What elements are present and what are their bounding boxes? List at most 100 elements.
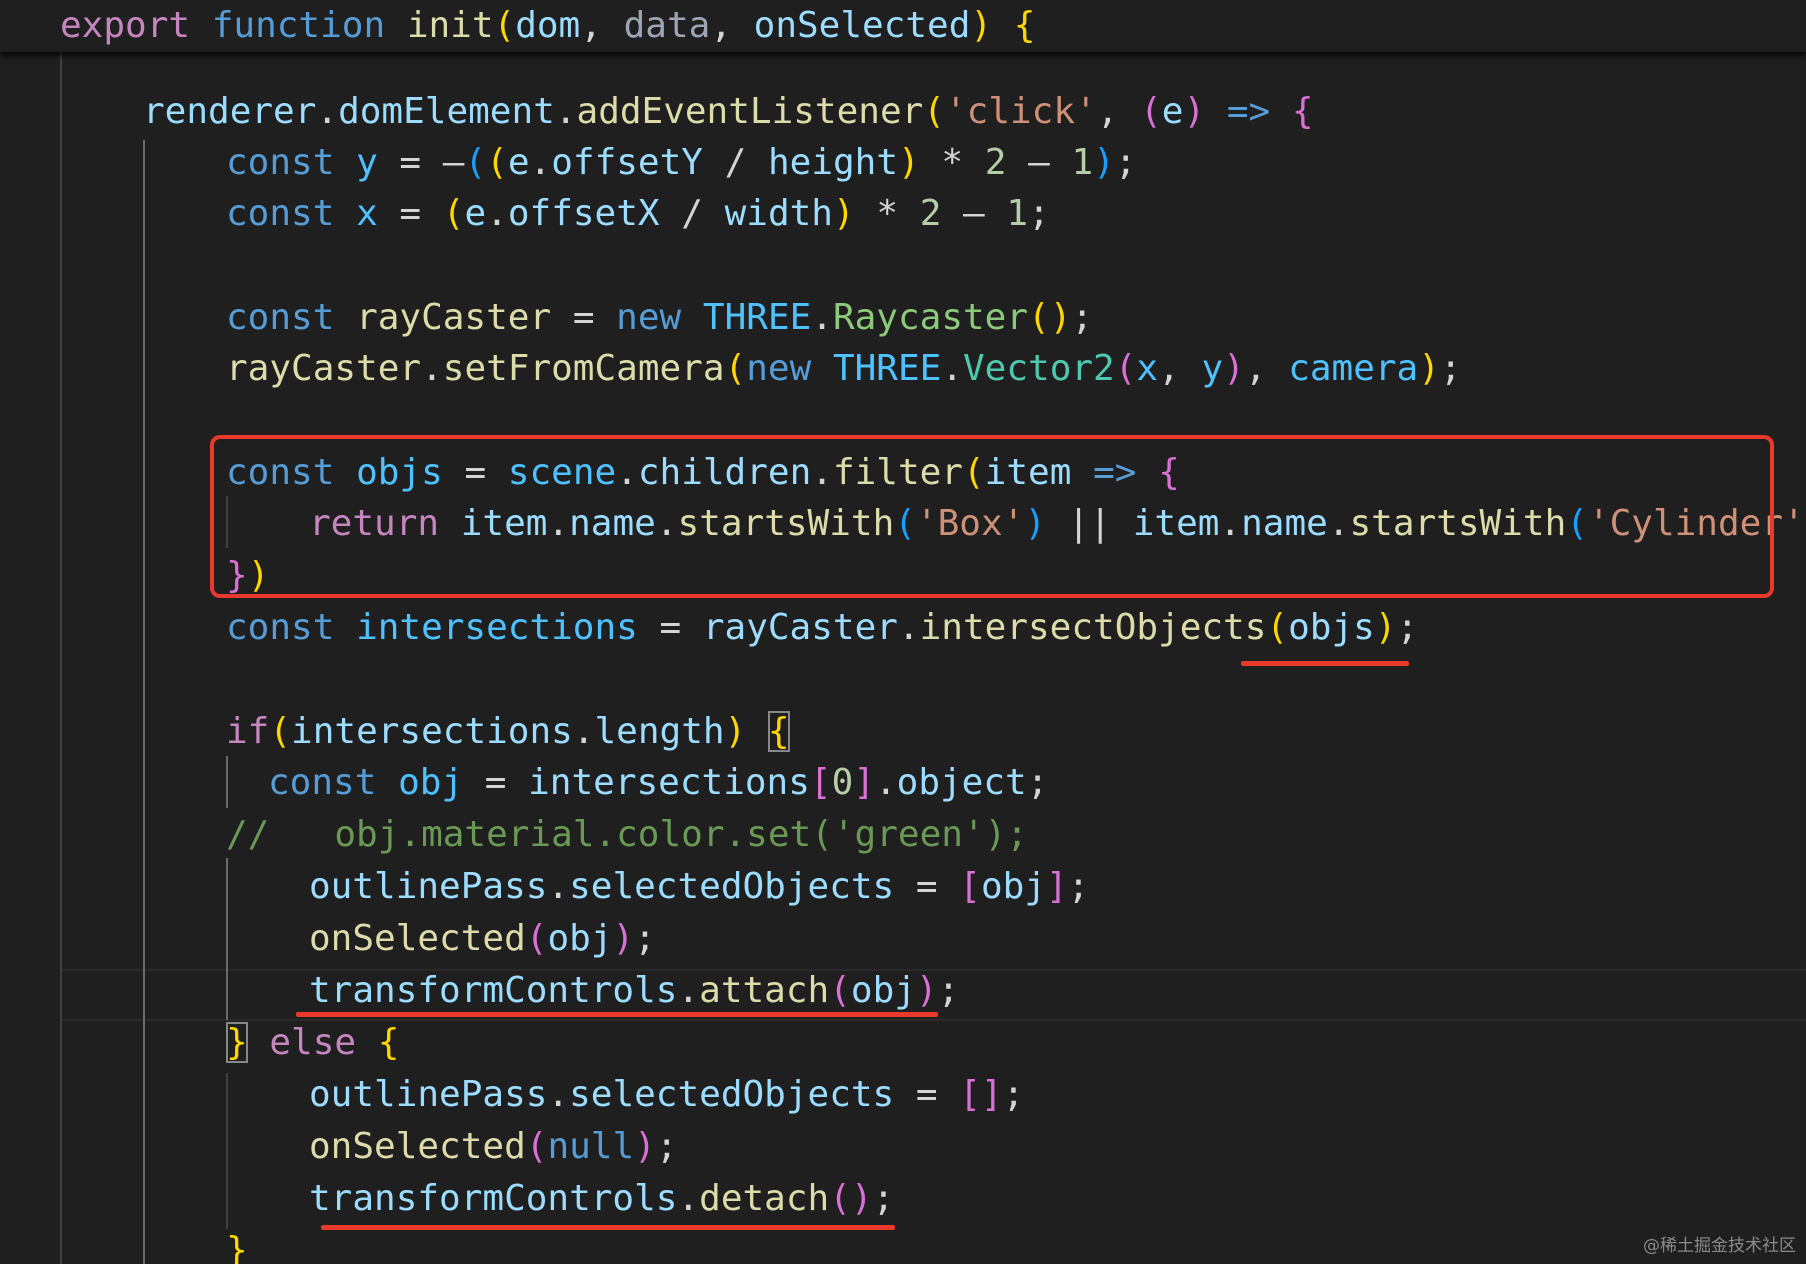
tok-var: rayCaster bbox=[702, 607, 898, 648]
tok-brace-matched: } bbox=[226, 1022, 248, 1063]
tok-prop: selectedObjects bbox=[569, 1074, 895, 1115]
tok-var: obj bbox=[850, 970, 916, 1011]
tok-op: * bbox=[919, 142, 985, 183]
tok-const: const bbox=[226, 607, 335, 648]
tok-number: 1 bbox=[1071, 142, 1094, 183]
tok-prop: object bbox=[896, 762, 1027, 803]
tok-op: – bbox=[442, 142, 465, 183]
tok-new: new bbox=[746, 348, 812, 389]
tok-paren: ) bbox=[970, 5, 993, 46]
tok-paren: ( bbox=[525, 1126, 548, 1167]
tok-fn-name: init bbox=[406, 5, 494, 46]
tok-prop: offsetY bbox=[551, 142, 703, 183]
tok-paren: ( bbox=[525, 918, 548, 959]
tok-var: height bbox=[767, 142, 899, 183]
tok-dot: . bbox=[811, 297, 833, 338]
tok-var: outlinePass bbox=[309, 1074, 548, 1115]
tok-number: 2 bbox=[919, 193, 942, 234]
tok-dot: . bbox=[677, 1178, 700, 1219]
tok-var: transformControls bbox=[309, 1178, 678, 1219]
tok-brace: { bbox=[377, 1022, 400, 1063]
tok-paren: ( bbox=[486, 142, 508, 183]
tok-op: = bbox=[463, 762, 529, 803]
tok-var: intersections bbox=[291, 711, 573, 752]
tok-comma: , bbox=[1096, 91, 1141, 132]
code-line-4: const y = –((e.offsetY / height) * 2 – 1… bbox=[226, 137, 1137, 189]
sticky-scroll-header[interactable]: export function init(dom, data, onSelect… bbox=[0, 0, 1806, 52]
tok-prop: length bbox=[594, 711, 725, 752]
tok-semi: ; bbox=[937, 970, 960, 1011]
tok-method: addEventListener bbox=[576, 91, 924, 132]
tok-paren: ( bbox=[493, 5, 516, 46]
tok-semi: ; bbox=[1114, 142, 1137, 183]
tok-var: transformControls bbox=[309, 970, 678, 1011]
tok-semi: ; bbox=[634, 918, 656, 959]
tok-dot: . bbox=[677, 970, 700, 1011]
tok-op: = bbox=[377, 193, 443, 234]
tok-dot: . bbox=[941, 348, 963, 389]
tok-function: function bbox=[211, 5, 386, 46]
tok-paren: ( bbox=[269, 711, 292, 752]
underline-attach bbox=[296, 1012, 938, 1017]
tok-semi: ; bbox=[872, 1178, 895, 1219]
tok-paren: ) bbox=[832, 193, 855, 234]
tok-var: renderer bbox=[143, 91, 317, 132]
tok-paren: ( bbox=[923, 91, 945, 132]
tok-comment: // obj.material.color.set('green'); bbox=[226, 814, 1028, 855]
tok-dot: . bbox=[572, 711, 595, 752]
tok-prop: domElement bbox=[338, 91, 555, 132]
tok-method: setFromCamera bbox=[442, 348, 725, 389]
tok-paren: ) bbox=[1223, 348, 1245, 389]
tok-paren: () bbox=[829, 1178, 873, 1219]
tok-op: / bbox=[702, 142, 768, 183]
tok-semi: ; bbox=[1067, 866, 1090, 907]
tok-paren: ) bbox=[1418, 348, 1440, 389]
tok-paren: ) bbox=[898, 142, 920, 183]
tok-paren: ( bbox=[1114, 348, 1137, 389]
tok-param: e bbox=[1161, 91, 1184, 132]
code-line-24: transformControls.detach(); bbox=[309, 1173, 894, 1225]
tok-dot: . bbox=[486, 193, 508, 234]
code-line-8: rayCaster.setFromCamera(new THREE.Vector… bbox=[226, 343, 1462, 395]
code-line-22: outlinePass.selectedObjects = []; bbox=[309, 1069, 1024, 1121]
tok-const: const bbox=[268, 762, 377, 803]
tok-const: const bbox=[226, 193, 335, 234]
tok-string: 'click' bbox=[944, 91, 1097, 132]
tok-arrow: => bbox=[1226, 91, 1271, 132]
tok-bracket: [ bbox=[959, 866, 981, 907]
tok-namespace: THREE bbox=[702, 297, 812, 338]
tok-var: obj bbox=[980, 866, 1046, 907]
code-line-20: transformControls.attach(obj); bbox=[309, 965, 959, 1017]
tok-else: else bbox=[269, 1022, 357, 1063]
tok-paren: ( bbox=[1028, 297, 1050, 338]
tok-brace: { bbox=[1013, 5, 1036, 46]
code-line-3: renderer.domElement.addEventListener('cl… bbox=[143, 86, 1314, 138]
code-editor[interactable]: export function init(dom, data, onSelect… bbox=[0, 0, 1806, 1264]
tok-paren: ) bbox=[1093, 142, 1115, 183]
tok-var: outlinePass bbox=[309, 866, 548, 907]
tok-number: 2 bbox=[984, 142, 1007, 183]
tok-const: const bbox=[226, 297, 335, 338]
code-line-5: const x = (e.offsetX / width) * 2 – 1; bbox=[226, 188, 1050, 240]
code-line-13: const intersections = rayCaster.intersec… bbox=[226, 602, 1418, 654]
tok-paren: ( bbox=[464, 142, 487, 183]
tok-dot: . bbox=[421, 348, 443, 389]
tok-var: x bbox=[356, 193, 378, 234]
tok-var: y bbox=[356, 142, 378, 183]
code-line-19: onSelected(obj); bbox=[309, 913, 656, 965]
tok-op: = bbox=[894, 1074, 960, 1115]
tok-semi: ; bbox=[1026, 762, 1049, 803]
tok-paren: ) bbox=[1183, 91, 1206, 132]
indent-guide bbox=[226, 858, 228, 1020]
tok-brace: } bbox=[226, 1230, 248, 1264]
tok-paren: ) bbox=[1049, 297, 1072, 338]
code-line-7: const rayCaster = new THREE.Raycaster(); bbox=[226, 292, 1093, 344]
tok-paren: ( bbox=[1266, 607, 1289, 648]
tok-method: attach bbox=[699, 970, 830, 1011]
tok-bracket: [] bbox=[959, 1074, 1003, 1115]
tok-semi: ; bbox=[1396, 607, 1419, 648]
tok-var: e bbox=[464, 193, 487, 234]
tok-semi: ; bbox=[655, 1126, 678, 1167]
tok-var: y bbox=[1201, 348, 1224, 389]
tok-semi: ; bbox=[1439, 348, 1462, 389]
